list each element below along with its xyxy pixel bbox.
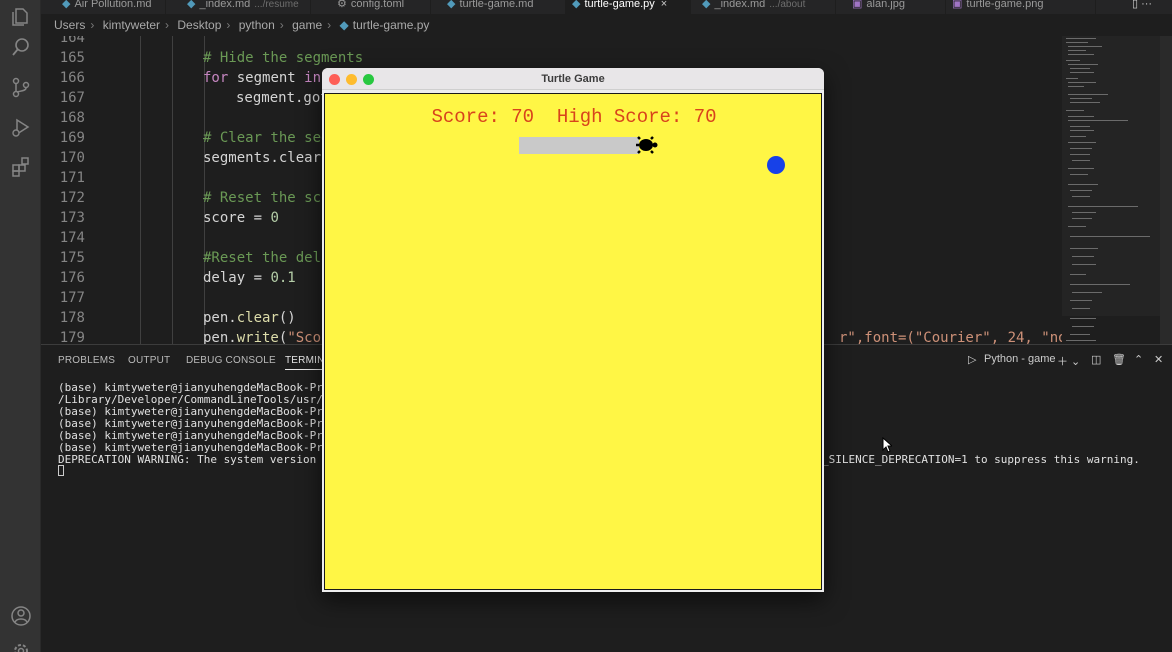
new-terminal-icon[interactable]: ＋ ⌄ xyxy=(1057,353,1080,369)
split-terminal-icon[interactable]: ◫ xyxy=(1091,353,1101,366)
editor-tab-bar: ◆ Air Pollution.md ◆ _index.md .../resume ⚙… xyxy=(41,0,1172,14)
turtle-game-window[interactable]: Turtle Game Score: 70 High Score: 70 xyxy=(322,68,824,592)
tab-air-pollution[interactable]: ◆ Air Pollution.md xyxy=(56,0,166,14)
close-tab-icon[interactable]: × xyxy=(661,0,667,10)
maximize-panel-icon[interactable]: ⌃ xyxy=(1134,353,1143,366)
breadcrumb-item[interactable]: game xyxy=(292,18,322,32)
source-control-icon[interactable] xyxy=(8,74,33,99)
minimize-window-button[interactable] xyxy=(346,74,357,85)
markdown-file-icon: ◆ xyxy=(62,0,71,10)
close-window-button[interactable] xyxy=(329,74,340,85)
python-file-icon: ◆ xyxy=(339,18,349,32)
breadcrumb-item[interactable]: kimtyweter xyxy=(103,18,160,32)
run-debug-icon[interactable] xyxy=(8,114,33,139)
breadcrumb: Users › kimtyweter › Desktop › python › game… xyxy=(41,14,1172,36)
tab-index-about[interactable]: ◆ _index.md .../about xyxy=(696,0,836,14)
tab-turtle-game-py[interactable]: ◆ turtle-game.py × xyxy=(566,0,691,14)
settings-file-icon: ⚙ xyxy=(337,0,347,10)
code-line: 164 xyxy=(59,36,85,46)
terminal-line: DEPRECATION WARNING: The system version … xyxy=(58,453,357,466)
snake-segment xyxy=(559,137,579,154)
snake-segment xyxy=(599,137,619,154)
extensions-icon[interactable] xyxy=(8,154,33,179)
breadcrumb-item[interactable]: python xyxy=(239,18,275,32)
terminal-line-tail: _SILENCE_DEPRECATION=1 to suppress this … xyxy=(822,453,1140,466)
tab-output[interactable]: OUTPUT xyxy=(128,355,170,366)
close-panel-icon[interactable]: ✕ xyxy=(1154,353,1163,366)
settings-gear-icon[interactable] xyxy=(8,638,33,652)
window-title: Turtle Game xyxy=(541,73,605,85)
mouse-pointer-icon xyxy=(882,437,892,453)
tab-turtle-game-png[interactable]: ▣ turtle-game.png xyxy=(946,0,1096,14)
breadcrumb-item[interactable]: Users xyxy=(54,18,85,32)
breadcrumb-item[interactable]: turtle-game.py xyxy=(353,18,430,32)
tab-problems[interactable]: PROBLEMS xyxy=(58,355,115,366)
code-line: 165 # Hide the segments xyxy=(59,50,364,66)
editor-scrollbar[interactable] xyxy=(1160,36,1172,344)
split-editor-icon[interactable]: ▯ ··· xyxy=(1126,0,1172,14)
tab-alan-jpg[interactable]: ▣ alan.jpg xyxy=(846,0,946,14)
activity-bar xyxy=(0,0,41,652)
breadcrumb-item[interactable]: Desktop xyxy=(177,18,221,32)
markdown-file-icon: ◆ xyxy=(702,0,711,10)
trash-icon[interactable]: 🗑 xyxy=(1112,353,1126,366)
tab-config-toml[interactable]: ⚙ config.toml xyxy=(331,0,431,14)
terminal-cursor xyxy=(58,465,64,476)
snake-segment xyxy=(539,137,559,154)
markdown-file-icon: ◆ xyxy=(187,0,196,10)
image-file-icon: ▣ xyxy=(952,0,963,10)
markdown-file-icon: ◆ xyxy=(447,0,456,10)
snake-segment xyxy=(579,137,599,154)
account-icon[interactable] xyxy=(8,603,33,628)
zoom-window-button[interactable] xyxy=(363,74,374,85)
explorer-icon[interactable] xyxy=(8,4,33,29)
turtle-head-icon xyxy=(636,136,658,154)
snake-segment xyxy=(519,137,539,154)
food-dot xyxy=(767,156,785,174)
python-file-icon: ◆ xyxy=(572,0,581,10)
terminal-icon: ▷ xyxy=(968,354,977,366)
tab-turtle-game-md[interactable]: ◆ turtle-game.md xyxy=(441,0,566,14)
search-icon[interactable] xyxy=(8,34,33,59)
tab-debug-console[interactable]: DEBUG CONSOLE xyxy=(186,355,276,366)
tab-index-resume[interactable]: ◆ _index.md .../resume xyxy=(181,0,311,14)
window-titlebar[interactable]: Turtle Game xyxy=(322,68,824,90)
image-file-icon: ▣ xyxy=(852,0,863,10)
minimap[interactable] xyxy=(1062,36,1172,344)
score-display: Score: 70 High Score: 70 xyxy=(431,106,717,128)
terminal-selector[interactable]: Python - game xyxy=(984,353,1056,365)
game-canvas[interactable]: Score: 70 High Score: 70 xyxy=(324,93,822,590)
minimap-viewport[interactable] xyxy=(1062,36,1160,316)
